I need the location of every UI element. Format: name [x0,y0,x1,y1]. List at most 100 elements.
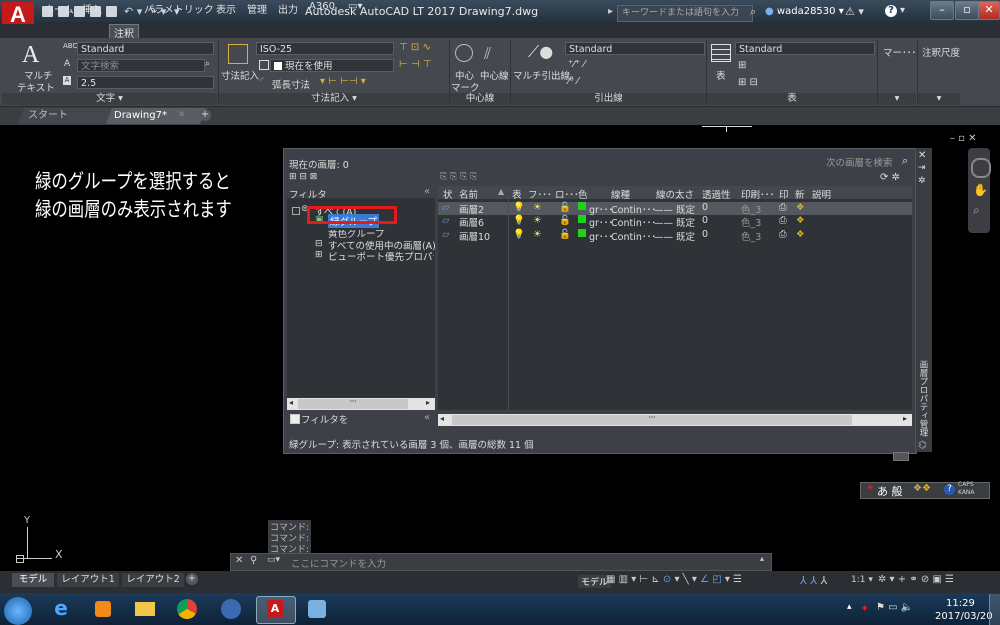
layer-transparency[interactable]: 0 [702,202,708,213]
dim-tools-icon[interactable]: ▾ ⊢ ⊢⊣ ▾ [320,76,366,87]
col-linetype[interactable]: 線種 [611,187,630,201]
file-explorer-icon[interactable] [126,596,164,622]
col-freeze[interactable]: フ･･･ [528,187,552,201]
tray-app-icon[interactable]: ✦ [860,602,869,615]
tab-insert[interactable]: 挿入 [82,1,102,16]
thunderbird-icon[interactable] [212,596,250,622]
steering-wheel-icon[interactable] [971,158,991,178]
palette-autohide-icon[interactable]: ⇥ [918,163,926,173]
print-icon[interactable] [106,6,117,17]
layer-color-swatch[interactable] [578,215,586,223]
layer-thaw-icon[interactable]: ☀ [533,202,542,213]
palette-resize-grip[interactable] [893,452,909,461]
col-new-vp-freeze[interactable]: 新 [795,187,805,201]
command-history-toggle-icon[interactable]: ▴ [760,554,764,563]
col-status[interactable]: 状 [443,187,453,201]
tray-status-icons[interactable]: ⚑ ▭ 🔈 [876,602,913,613]
undo-icon[interactable]: ↶ ▾ [124,5,142,18]
center-mark-label2[interactable]: マーク [451,80,480,94]
command-recent-icon[interactable]: ▭▾ [267,555,280,565]
table-row[interactable]: ▱ 画層6 💡 ☀ 🔓 gr･･･ Contin･･･ —— 既定 0 色_3 … [438,215,912,229]
search-expand-icon[interactable]: ▸ [608,6,613,17]
table-row[interactable]: ▱ 画層10 💡 ☀ 🔓 gr･･･ Contin･･･ —— 既定 0 色_3… [438,229,912,243]
col-lock[interactable]: ロ･･･ [555,187,579,201]
refresh-settings-icons[interactable]: ⟳ ✲ [880,172,900,183]
layer-scroll-left-icon[interactable]: ◂ [440,414,444,423]
col-plot[interactable]: 印 [779,187,789,201]
col-on[interactable]: 表 [512,187,522,201]
show-desktop-button[interactable] [989,594,1000,625]
chrome-icon[interactable] [168,596,206,622]
layer-plot-icon[interactable]: ⎙ [779,202,787,213]
annotation-scale-value[interactable]: 1:1 ▾ [851,575,873,585]
layer-transparency[interactable]: 0 [702,215,708,226]
table-button[interactable]: 表 [716,68,726,82]
dimension-icon[interactable] [228,44,248,64]
dimension-button-label[interactable]: 寸法記入 [221,68,259,82]
col-description[interactable]: 説明 [812,187,831,201]
tab-layout2[interactable]: レイアウト2 [122,573,184,587]
markup-button[interactable]: マー･･･ [883,45,916,59]
table-icon[interactable] [711,44,731,62]
tab-home[interactable]: ホーム [44,1,74,16]
new-file-tab-icon[interactable]: + [199,109,211,121]
centerline-icon[interactable]: ⫽ [484,44,491,64]
paint-icon[interactable] [298,596,336,622]
find-replace-icon[interactable]: ⌕ [205,59,210,69]
filter-scroll-thumb[interactable]: ''' [298,399,408,409]
command-customize-icon[interactable]: ⚲ [250,555,257,566]
layer-toolbar-icons[interactable]: ⎘ ⎘ ⎘ ⎘ [440,172,477,182]
minimize-button[interactable]: – [930,1,954,20]
col-name[interactable]: 名前 [459,187,478,201]
mleader-icon[interactable]: ⟋● [528,42,553,62]
layer-new-vp-freeze-icon[interactable]: ❖ [796,229,805,240]
layer-search-icon[interactable]: ⌕ [902,154,908,168]
filter-scroll-right-icon[interactable]: ▸ [426,398,430,407]
dim-style-select[interactable]: ISO-25 [256,42,394,55]
mleader-button[interactable]: マルチ引出線 [513,68,570,82]
col-color[interactable]: 色 [578,187,588,201]
file-tab-drawing[interactable]: Drawing7* [106,108,206,124]
layer-plot-icon[interactable]: ⎙ [779,215,787,226]
layer-linetype[interactable]: Contin･･･ [611,215,656,229]
start-button[interactable] [4,597,32,625]
filter-toolbar-icons[interactable]: ⊞ ⊟ ⊠ [289,172,317,182]
tab-parametric[interactable]: パラメトリック [144,1,214,16]
ime-tools-icon[interactable]: ❖❖ [913,483,931,494]
command-input[interactable]: ここにコマンドを入力 [291,556,386,570]
layer-linetype[interactable]: Contin･･･ [611,202,656,216]
center-mark-icon[interactable] [455,44,473,62]
layer-lineweight[interactable]: —— 既定 [654,215,695,229]
text-style-select[interactable]: Standard [77,42,214,55]
ime-help-icon[interactable]: ? [944,484,955,495]
tab-output[interactable]: 出力 [278,1,298,16]
ime-mode[interactable]: あ 般 [877,483,903,499]
layer-on-icon[interactable]: 💡 [513,215,525,226]
layer-scroll-right-icon[interactable]: ▸ [903,414,907,423]
filter-scroll-left-icon[interactable]: ◂ [289,398,293,407]
add-leader-icon[interactable]: ⁺⁄⁺ ⁄ [568,59,585,70]
layer-unlock-icon[interactable]: 🔓 [559,202,571,213]
panel-title-dimension[interactable]: 寸法記入 ▾ [219,93,449,105]
mleader-style-select[interactable]: Standard [565,42,705,55]
layer-new-vp-freeze-icon[interactable]: ❖ [796,215,805,226]
dim-tools-row1-icons[interactable]: ⊤ ⊡ ∿ [399,42,431,53]
centerline-button[interactable]: 中心線 [480,68,509,82]
tree-collapse-icon[interactable] [292,207,300,215]
layer-on-icon[interactable]: 💡 [513,202,525,213]
table-style-select[interactable]: Standard [735,42,875,55]
tab-view[interactable]: 表示 [216,1,236,16]
show-hidden-icons[interactable]: ▴ [847,602,852,612]
command-close-icon[interactable]: ✕ [235,555,243,566]
annotation-scale-button[interactable]: 注釈尺度 [922,45,960,59]
tab-manage[interactable]: 管理 [247,1,267,16]
layer-transparency[interactable]: 0 [702,229,708,240]
collapse-filter-icon[interactable]: « [424,186,430,197]
annotation-scale-expand-icon[interactable]: ▾ [918,93,960,105]
layer-unlock-icon[interactable]: 🔓 [559,229,571,240]
add-layout-icon[interactable]: + [186,573,198,585]
table-row[interactable]: ▱ 画層2 💡 ☀ 🔓 gr･･･ Contin･･･ —— 既定 0 色_3 … [438,202,912,216]
binoculars-icon[interactable]: ⌕ [750,5,756,19]
col-plotstyle[interactable]: 印刷･･･ [741,187,774,201]
zoom-icon[interactable]: ⌕ [973,203,980,218]
